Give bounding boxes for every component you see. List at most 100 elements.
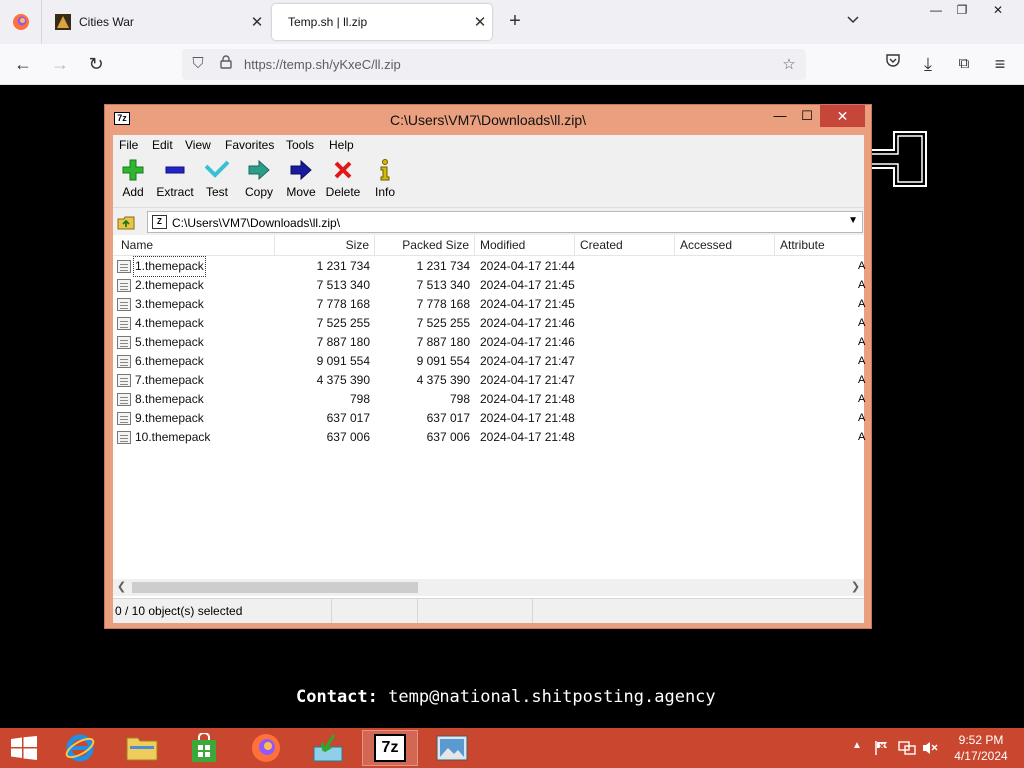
column-packed-size[interactable]: Packed Size	[375, 235, 475, 256]
horizontal-scrollbar[interactable]: ❮ ❯	[113, 579, 864, 596]
close-icon[interactable]: ✕	[820, 105, 865, 127]
forward-icon[interactable]: →	[47, 52, 73, 78]
file-packed-size: 4 375 390	[416, 373, 470, 387]
image-viewer-taskbar[interactable]	[424, 730, 480, 766]
start-button[interactable]	[0, 730, 48, 766]
sevenzip-taskbar[interactable]: 7z	[362, 730, 418, 766]
menu-favorites[interactable]: Favorites	[225, 138, 274, 152]
restore-icon[interactable]: ❐	[946, 0, 978, 22]
file-name-cell[interactable]: 4.themepack	[117, 314, 277, 333]
tab-cities-war[interactable]: Cities War ✕	[43, 0, 269, 44]
file-row[interactable]: 8.themepack 798 798 2024-04-17 21:48 A	[113, 390, 865, 409]
file-name-cell[interactable]: 7.themepack	[117, 371, 277, 390]
new-tab-icon[interactable]: +	[503, 10, 527, 34]
url-bar[interactable]: ⛉ https://temp.sh/yKxeC/ll.zip ☆	[182, 49, 806, 80]
file-name-cell[interactable]: 9.themepack	[117, 409, 277, 428]
file-packed-size: 9 091 554	[416, 354, 470, 368]
reload-icon[interactable]: ↻	[83, 52, 109, 78]
file-row[interactable]: 4.themepack 7 525 255 7 525 255 2024-04-17 …	[113, 314, 865, 333]
pocket-icon[interactable]	[880, 52, 906, 78]
lock-icon[interactable]	[216, 55, 236, 75]
firefox-view-button[interactable]	[0, 0, 42, 44]
file-row[interactable]: 10.themepack 637 006 637 006 2024-04-17 21:…	[113, 428, 865, 447]
file-name-cell[interactable]: 2.themepack	[117, 276, 277, 295]
file-attribute: A	[858, 260, 866, 272]
bookmark-star-icon[interactable]: ☆	[779, 55, 799, 75]
column-name[interactable]: Name	[116, 235, 275, 256]
file-name-cell[interactable]: 5.themepack	[117, 333, 277, 352]
test-check-icon	[205, 160, 229, 178]
status-bar: 0 / 10 object(s) selected	[113, 598, 864, 623]
minimize-icon[interactable]: —	[765, 105, 795, 127]
action-center-flag-icon[interactable]	[874, 740, 890, 759]
file-name-cell[interactable]: 1.themepack	[117, 256, 277, 277]
contact-email[interactable]: temp@national.shitposting.agency	[388, 687, 716, 707]
file-name-cell[interactable]: 10.themepack	[117, 428, 277, 447]
tab-temp-sh[interactable]: Temp.sh | ll.zip ✕	[272, 4, 492, 40]
downloads-app-taskbar[interactable]	[300, 730, 356, 766]
extract-minus-icon	[165, 166, 185, 174]
firefox-icon	[252, 734, 280, 762]
file-explorer-taskbar[interactable]	[114, 730, 170, 766]
scroll-left-icon[interactable]: ❮	[113, 579, 130, 596]
column-size[interactable]: Size	[275, 235, 375, 256]
file-row[interactable]: 7.themepack 4 375 390 4 375 390 2024-04-17 …	[113, 371, 865, 390]
test-button[interactable]: Test	[197, 159, 237, 199]
picture-icon	[436, 735, 468, 761]
list-all-tabs-icon[interactable]	[846, 12, 870, 32]
file-row[interactable]: 9.themepack 637 017 637 017 2024-04-17 21:4…	[113, 409, 866, 428]
chevron-down-icon[interactable]: ▼	[848, 215, 858, 226]
delete-button[interactable]: Delete	[323, 159, 363, 199]
internet-explorer-taskbar[interactable]	[52, 730, 108, 766]
file-modified: 2024-04-17 21:48	[480, 392, 575, 406]
file-row[interactable]: 3.themepack 7 778 168 7 778 168 2024-04-17 …	[113, 295, 865, 314]
column-modified[interactable]: Modified	[475, 235, 575, 256]
file-list: Name Size Packed Size Modified Created A…	[113, 235, 866, 579]
column-attribute[interactable]: Attribute	[775, 235, 864, 256]
copy-label: Copy	[244, 185, 273, 199]
maximize-icon[interactable]: ☐	[793, 105, 821, 127]
shield-icon[interactable]: ⛉	[188, 55, 208, 75]
address-path[interactable]: C:\Users\VM7\Downloads\ll.zip\	[172, 216, 340, 230]
copy-button[interactable]: Copy	[239, 159, 279, 199]
extensions-icon[interactable]: ⧉	[951, 52, 977, 78]
column-accessed[interactable]: Accessed	[675, 235, 775, 256]
close-tab-icon[interactable]: ✕	[245, 13, 269, 31]
close-tab-icon[interactable]: ✕	[468, 13, 492, 31]
volume-muted-icon[interactable]	[922, 740, 938, 759]
menu-help[interactable]: Help	[329, 138, 354, 152]
file-row[interactable]: 2.themepack 7 513 340 7 513 340 2024-04-17 …	[113, 276, 865, 295]
column-created[interactable]: Created	[575, 235, 675, 256]
system-clock[interactable]: 9:52 PM 4/17/2024	[946, 732, 1016, 764]
move-button[interactable]: Move	[281, 159, 321, 199]
file-row[interactable]: 1.themepack 1 231 734 1 231 734 2024-04-17 …	[113, 256, 866, 277]
menu-edit[interactable]: Edit	[152, 138, 173, 152]
menu-file[interactable]: File	[119, 138, 138, 152]
folder-up-icon[interactable]	[117, 213, 135, 231]
url-text[interactable]: https://temp.sh/yKxeC/ll.zip	[244, 57, 401, 72]
firefox-taskbar[interactable]	[238, 730, 294, 766]
file-attribute: A	[858, 412, 866, 424]
scrollbar-thumb[interactable]	[132, 582, 418, 593]
add-button[interactable]: Add	[113, 159, 153, 199]
file-name: 10.themepack	[135, 430, 211, 444]
window-title-bar[interactable]: 7z C:\Users\VM7\Downloads\ll.zip\ — ☐ ✕	[105, 105, 871, 135]
close-window-icon[interactable]: ✕	[982, 0, 1014, 22]
info-button[interactable]: Info	[365, 159, 405, 199]
store-taskbar[interactable]	[176, 730, 232, 766]
file-row[interactable]: 6.themepack 9 091 554 9 091 554 2024-04-17 …	[113, 352, 865, 371]
address-combobox[interactable]: Z C:\Users\VM7\Downloads\ll.zip\ ▼	[147, 211, 863, 233]
file-name-cell[interactable]: 3.themepack	[117, 295, 277, 314]
menu-icon[interactable]: ≡	[987, 52, 1013, 78]
menu-tools[interactable]: Tools	[286, 138, 314, 152]
file-row[interactable]: 5.themepack 7 887 180 7 887 180 2024-04-17 …	[113, 333, 865, 352]
extract-button[interactable]: Extract	[155, 159, 195, 199]
file-name-cell[interactable]: 8.themepack	[117, 390, 277, 409]
back-icon[interactable]: ←	[10, 52, 36, 78]
downloads-icon[interactable]: ⤓	[915, 52, 941, 78]
menu-view[interactable]: View	[185, 138, 211, 152]
network-icon[interactable]	[898, 740, 916, 759]
show-hidden-icons-icon[interactable]: ▲	[852, 740, 862, 751]
scroll-right-icon[interactable]: ❯	[847, 579, 864, 596]
file-name-cell[interactable]: 6.themepack	[117, 352, 277, 371]
